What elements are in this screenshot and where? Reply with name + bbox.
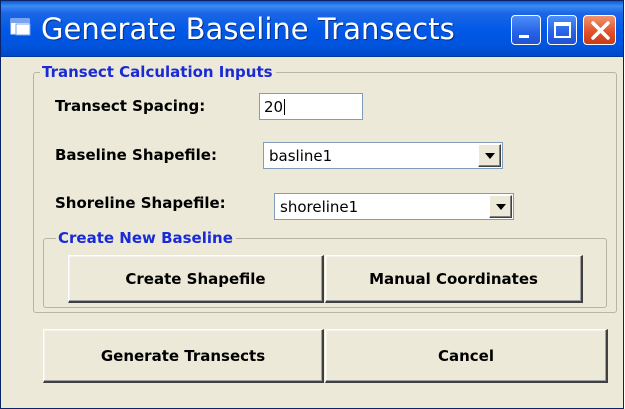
shoreline-dropdown-button[interactable] [489,195,512,218]
baseline-shapefile-value: basline1 [269,147,333,165]
shoreline-shapefile-select[interactable]: shoreline1 [274,193,514,220]
transect-spacing-label: Transect Spacing: [55,97,206,115]
manual-coordinates-button[interactable]: Manual Coordinates [325,255,583,303]
transect-spacing-value: 20 [264,98,284,116]
text-caret [284,99,286,115]
minimize-icon [519,35,529,38]
close-button[interactable] [583,15,616,45]
window-app-icon[interactable] [9,15,33,39]
create-shapefile-button[interactable]: Create Shapefile [68,255,324,303]
shoreline-shapefile-label: Shoreline Shapefile: [55,194,226,212]
chevron-down-icon [485,153,495,159]
maximize-button[interactable] [547,15,577,45]
baseline-shapefile-select[interactable]: basline1 [263,142,503,169]
title-bar[interactable]: Generate Baseline Transects [1,1,623,57]
minimize-button[interactable] [511,15,541,45]
chevron-down-icon [496,204,506,210]
window-title: Generate Baseline Transects [41,12,455,46]
generate-transects-button[interactable]: Generate Transects [43,329,324,383]
cancel-button[interactable]: Cancel [325,329,608,383]
baseline-dropdown-button[interactable] [478,144,501,167]
group-title-transect-inputs: Transect Calculation Inputs [40,63,276,81]
group-title-create-baseline: Create New Baseline [56,229,236,247]
dialog-window: Generate Baseline Transects Transect Cal… [0,0,624,409]
shoreline-shapefile-value: shoreline1 [280,198,359,216]
maximize-icon [554,22,571,38]
transect-spacing-input[interactable]: 20 [259,93,363,120]
baseline-shapefile-label: Baseline Shapefile: [55,146,217,164]
close-icon [591,21,610,40]
